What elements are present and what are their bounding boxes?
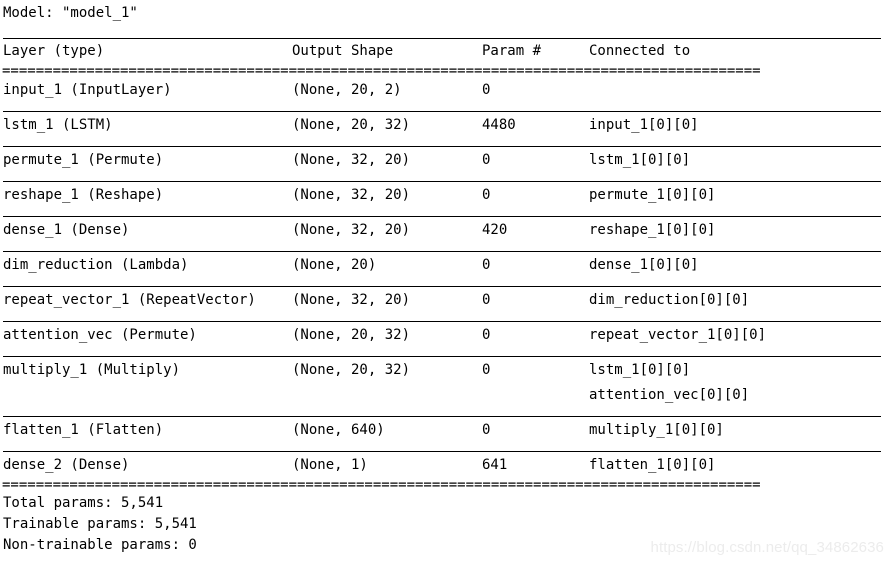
trainable-params: Trainable params: 5,541 <box>3 516 197 532</box>
row-separator <box>2 173 891 182</box>
table-row: dense_1 (Dense) (None, 32, 20) 420 reshape_… <box>2 217 891 243</box>
table-row: repeat_vector_1 (RepeatVector) (None, 32,… <box>2 287 891 313</box>
header-top-rule <box>2 30 891 39</box>
cell-param-count: 641 <box>482 457 508 473</box>
model-summary-output: Model: "model_1" Layer (type) Output Sha… <box>0 0 891 570</box>
cell-output-shape: (None, 20, 2) <box>292 82 402 98</box>
cell-param-count: 0 <box>482 257 491 273</box>
column-header-param: Param # <box>482 43 542 59</box>
rule-line <box>3 286 881 287</box>
row-separator <box>2 313 891 322</box>
connected-to-entry: lstm_1[0][0] <box>589 362 691 378</box>
cell-param-count: 0 <box>482 327 491 343</box>
cell-output-shape: (None, 20, 32) <box>292 117 411 133</box>
header-equals-rule: ========================================… <box>2 64 761 77</box>
column-header-output-shape: Output Shape <box>292 43 394 59</box>
table-row: reshape_1 (Reshape) (None, 32, 20) 0 permut… <box>2 182 891 208</box>
cell-connected-to: flatten_1[0][0] <box>589 453 891 478</box>
connected-to-entry: reshape_1[0][0] <box>589 222 716 238</box>
row-separator <box>2 278 891 287</box>
cell-param-count: 4480 <box>482 117 516 133</box>
rule-line <box>3 111 881 112</box>
row-separator <box>2 208 891 217</box>
cell-param-count: 0 <box>482 292 491 308</box>
table-row: multiply_1 (Multiply) (None, 20, 32) 0 lstm… <box>2 357 891 408</box>
rule-line <box>3 321 881 322</box>
rule-line <box>3 216 881 217</box>
cell-connected-to: repeat_vector_1[0][0] <box>589 323 891 348</box>
connected-to-entry: repeat_vector_1[0][0] <box>589 327 767 343</box>
cell-output-shape: (None, 20) <box>292 257 377 273</box>
table-header-row: Layer (type) Output Shape Param # Connec… <box>2 39 891 64</box>
cell-connected-to: multiply_1[0][0] <box>589 418 891 443</box>
watermark: https://blog.csdn.net/qq_34862636 <box>650 539 884 556</box>
connected-to-entry: multiply_1[0][0] <box>589 422 724 438</box>
model-title: Model: "model_1" <box>3 5 138 21</box>
cell-connected-to: dense_1[0][0] <box>589 253 891 278</box>
cell-connected-to: lstm_1[0][0] attention_vec[0][0] <box>589 358 891 408</box>
cell-layer: flatten_1 (Flatten) <box>3 422 164 438</box>
rule-line <box>3 251 881 252</box>
table-row: dense_2 (Dense) (None, 1) 641 flatten_1[0][… <box>2 452 891 478</box>
table-body: input_1 (InputLayer) (None, 20, 2) 0 lstm_1… <box>2 77 891 478</box>
cell-param-count: 420 <box>482 222 508 238</box>
cell-param-count: 0 <box>482 187 491 203</box>
cell-output-shape: (None, 1) <box>292 457 368 473</box>
rule-line <box>3 146 881 147</box>
table-row: permute_1 (Permute) (None, 32, 20) 0 lstm_1… <box>2 147 891 173</box>
cell-param-count: 0 <box>482 152 491 168</box>
cell-layer: attention_vec (Permute) <box>3 327 197 343</box>
cell-output-shape: (None, 32, 20) <box>292 222 411 238</box>
cell-output-shape: (None, 32, 20) <box>292 152 411 168</box>
cell-param-count: 0 <box>482 422 491 438</box>
table-row: lstm_1 (LSTM) (None, 20, 32) 4480 input_1[0… <box>2 112 891 138</box>
cell-connected-to: dim_reduction[0][0] <box>589 288 891 313</box>
cell-output-shape: (None, 20, 32) <box>292 362 411 378</box>
cell-output-shape: (None, 20, 32) <box>292 327 411 343</box>
row-separator <box>2 103 891 112</box>
cell-param-count: 0 <box>482 362 491 378</box>
cell-connected-to: lstm_1[0][0] <box>589 148 891 173</box>
connected-to-entry: input_1[0][0] <box>589 117 699 133</box>
cell-output-shape: (None, 32, 20) <box>292 292 411 308</box>
connected-to-entry: permute_1[0][0] <box>589 187 716 203</box>
connected-to-entry: attention_vec[0][0] <box>589 387 750 403</box>
cell-layer: multiply_1 (Multiply) <box>3 362 181 378</box>
row-separator <box>2 243 891 252</box>
row-separator <box>2 348 891 357</box>
cell-layer: permute_1 (Permute) <box>3 152 164 168</box>
connected-to-entry: flatten_1[0][0] <box>589 457 716 473</box>
cell-connected-to: input_1[0][0] <box>589 113 891 138</box>
rule-line <box>3 181 881 182</box>
cell-layer: lstm_1 (LSTM) <box>3 117 113 133</box>
rule-line <box>3 356 881 357</box>
rule-line <box>3 416 881 417</box>
rule-line <box>3 451 881 452</box>
cell-layer: reshape_1 (Reshape) <box>3 187 164 203</box>
column-header-layer: Layer (type) <box>3 43 105 59</box>
row-separator <box>2 408 891 417</box>
column-header-connected-to: Connected to <box>589 43 691 59</box>
footer-equals-rule: ========================================… <box>2 478 761 491</box>
table-row: flatten_1 (Flatten) (None, 640) 0 multiply_… <box>2 417 891 443</box>
table-row: attention_vec (Permute) (None, 20, 32) 0 re… <box>2 322 891 348</box>
cell-layer: repeat_vector_1 (RepeatVector) <box>3 292 256 308</box>
connected-to-entry: lstm_1[0][0] <box>589 152 691 168</box>
row-separator <box>2 443 891 452</box>
cell-layer: input_1 (InputLayer) <box>3 82 172 98</box>
row-separator <box>2 138 891 147</box>
connected-to-entry: dim_reduction[0][0] <box>589 292 750 308</box>
cell-layer: dim_reduction (Lambda) <box>3 257 189 273</box>
cell-output-shape: (None, 640) <box>292 422 385 438</box>
cell-layer: dense_2 (Dense) <box>3 457 130 473</box>
cell-connected-to: permute_1[0][0] <box>589 183 891 208</box>
connected-to-entry: dense_1[0][0] <box>589 257 699 273</box>
total-params: Total params: 5,541 <box>3 495 164 511</box>
cell-param-count: 0 <box>482 82 491 98</box>
table-row: dim_reduction (Lambda) (None, 20) 0 dense_1… <box>2 252 891 278</box>
cell-connected-to: reshape_1[0][0] <box>589 218 891 243</box>
table-row: input_1 (InputLayer) (None, 20, 2) 0 <box>2 77 891 103</box>
cell-output-shape: (None, 32, 20) <box>292 187 411 203</box>
cell-layer: dense_1 (Dense) <box>3 222 130 238</box>
